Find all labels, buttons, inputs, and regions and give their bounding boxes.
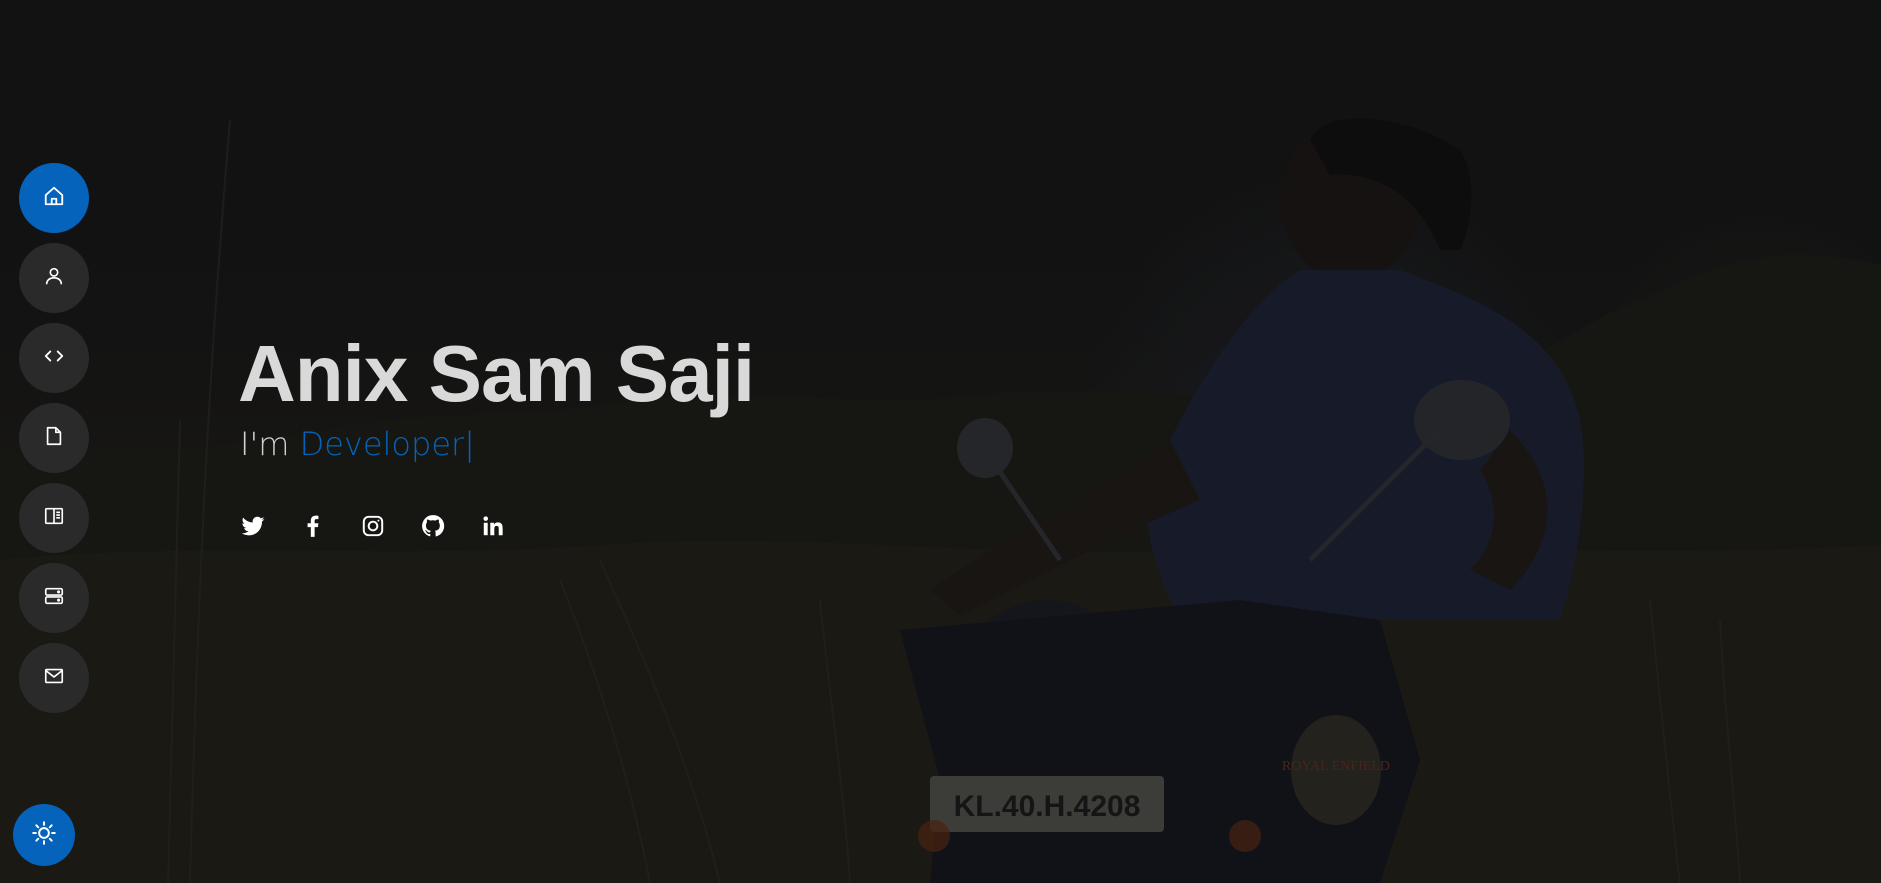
twitter-link[interactable] <box>240 512 300 544</box>
instagram-icon <box>360 513 386 543</box>
nav-about-button[interactable] <box>19 243 89 313</box>
home-icon <box>43 185 65 211</box>
hero-tagline: I'm Developer| <box>240 424 754 464</box>
typing-cursor: | <box>464 425 475 463</box>
envelope-icon <box>43 665 65 691</box>
file-icon <box>43 425 65 451</box>
nav-services-button[interactable] <box>19 563 89 633</box>
person-icon <box>43 265 65 291</box>
code-icon <box>43 345 65 371</box>
hero-name: Anix Sam Saji <box>238 329 755 418</box>
social-links <box>240 512 540 544</box>
theme-toggle-button[interactable] <box>13 804 75 866</box>
server-icon <box>43 585 65 611</box>
hero-section: KL.40.H.4208 ROYAL ENFIELD Anix Sam Saji… <box>0 0 1881 883</box>
instagram-link[interactable] <box>360 512 420 544</box>
sun-icon <box>31 820 57 850</box>
github-link[interactable] <box>420 512 480 544</box>
side-nav <box>19 163 89 723</box>
hero-intro: Anix Sam Saji I'm Developer| <box>238 326 755 464</box>
facebook-link[interactable] <box>300 512 360 544</box>
nav-skills-button[interactable] <box>19 323 89 393</box>
nav-resume-button[interactable] <box>19 403 89 473</box>
nav-contact-button[interactable] <box>19 643 89 713</box>
linkedin-icon <box>480 513 506 543</box>
tagline-prefix: I'm <box>240 425 300 463</box>
twitter-icon <box>240 513 266 543</box>
linkedin-link[interactable] <box>480 512 540 544</box>
nav-home-button[interactable] <box>19 163 89 233</box>
book-half-icon <box>43 505 65 531</box>
nav-portfolio-button[interactable] <box>19 483 89 553</box>
github-icon <box>420 513 446 543</box>
typed-role: Developer <box>299 425 465 463</box>
facebook-icon <box>300 513 326 543</box>
